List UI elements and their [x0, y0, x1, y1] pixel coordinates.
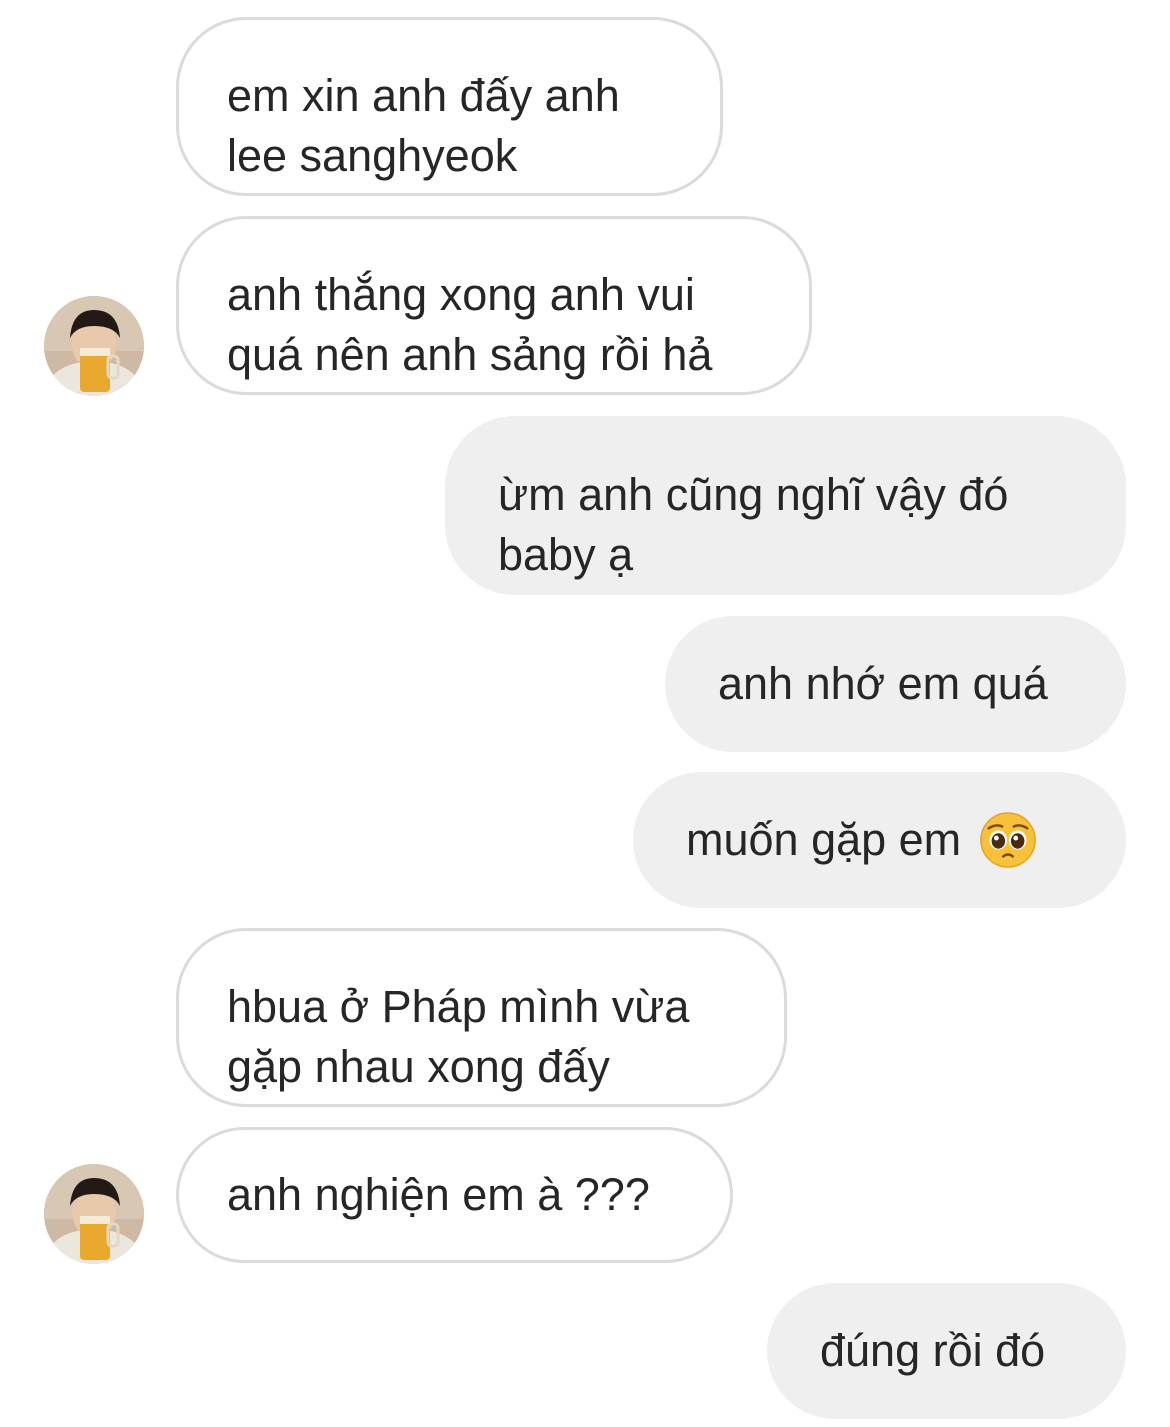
message-text-line: hbua ở Pháp mình vừa: [227, 981, 690, 1032]
message-text-line: ừm anh cũng nghĩ vậy đó: [498, 469, 1009, 520]
profile-photo-icon: [44, 296, 144, 396]
message-text-line: quá nên anh sảng rồi hả: [227, 329, 713, 380]
message-text-line: gặp nhau xong đấy: [227, 1041, 610, 1092]
message-bubble-incoming[interactable]: anh thắng xong anh vui quá nên anh sảng …: [176, 216, 812, 395]
profile-photo-icon: [44, 1164, 144, 1264]
avatar[interactable]: [44, 1164, 144, 1264]
message-text-line: anh nhớ em quá: [718, 658, 1048, 709]
message-text-line: baby ạ: [498, 529, 634, 580]
message-bubble-incoming[interactable]: hbua ở Pháp mình vừa gặp nhau xong đấy: [176, 928, 787, 1107]
message-text-line: đúng rồi đó: [820, 1325, 1046, 1376]
message-bubble-incoming[interactable]: em xin anh đấy anh lee sanghyeok: [176, 17, 723, 196]
message-text-line: anh nghiện em à ???: [227, 1169, 650, 1220]
message-bubble-outgoing[interactable]: ừm anh cũng nghĩ vậy đó baby ạ: [445, 416, 1126, 595]
pleading-face-icon: [979, 811, 1037, 869]
message-bubble-outgoing[interactable]: anh nhớ em quá: [665, 616, 1126, 752]
message-bubble-incoming[interactable]: anh nghiện em à ???: [176, 1127, 733, 1263]
message-text-line: muốn gặp em: [686, 814, 962, 865]
message-text-line: em xin anh đấy anh: [227, 70, 620, 121]
message-bubble-outgoing[interactable]: đúng rồi đó: [767, 1283, 1126, 1419]
message-bubble-outgoing[interactable]: muốn gặp em: [633, 772, 1126, 908]
avatar[interactable]: [44, 296, 144, 396]
message-text-line: anh thắng xong anh vui: [227, 269, 695, 320]
message-text-line: lee sanghyeok: [227, 130, 518, 181]
